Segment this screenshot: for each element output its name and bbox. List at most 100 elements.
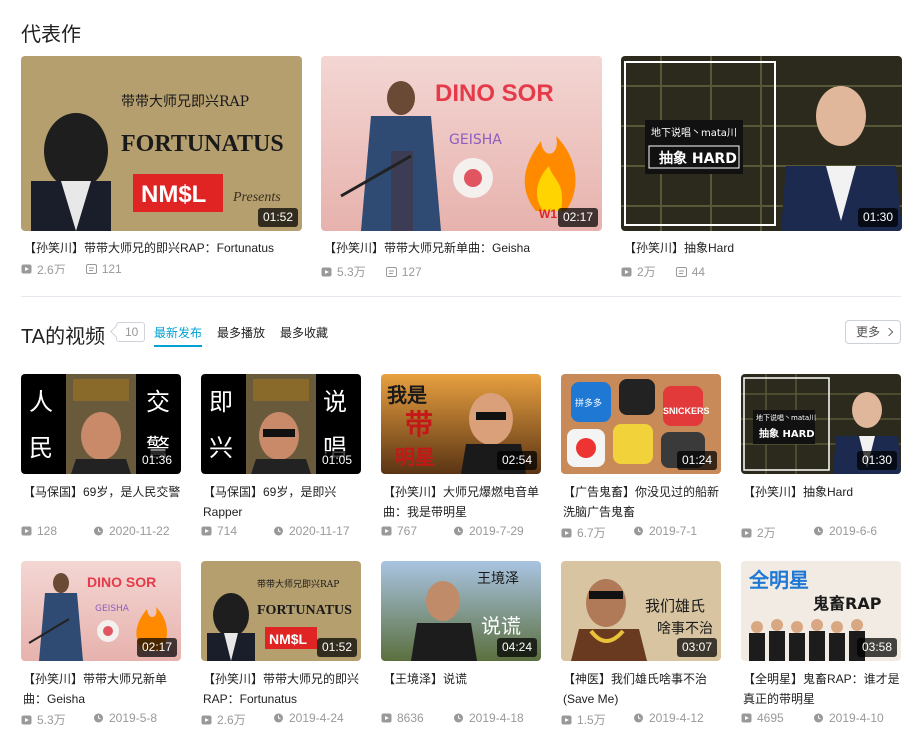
video-title[interactable]: 【孙笑川】大师兄爆燃电音单曲：我是带明星	[383, 482, 543, 522]
more-button[interactable]: 更多	[845, 320, 901, 344]
play-count: 4695	[757, 711, 784, 725]
play-count-icon	[201, 715, 212, 724]
video-card[interactable]: 我是 带 明星 02:54 【孙笑川】大师兄爆燃电音单曲：我是带明星 767 2…	[381, 374, 541, 538]
video-title[interactable]: 【孙笑川】抽象Hard	[743, 482, 903, 502]
video-title[interactable]: 【孙笑川】带带大师兄的即兴RAP：Fortunatus	[24, 239, 305, 256]
play-count: 5.3万	[37, 713, 66, 727]
upload-date: 2019-4-12	[649, 711, 704, 725]
video-title[interactable]: 【孙笑川】抽象Hard	[624, 239, 905, 256]
video-thumbnail[interactable]: DINO SOR GEISHA 02:17	[21, 561, 181, 661]
play-count-icon	[21, 526, 32, 536]
play-count-icon	[321, 267, 332, 276]
video-card[interactable]: 我们雄氏 啥事不治 03:07 【神医】我们雄氏啥事不治(Save Me) 1.…	[561, 561, 721, 727]
video-title[interactable]: 【孙笑川】带带大师兄的即兴RAP：Fortunatus	[203, 669, 363, 709]
play-count-icon	[561, 715, 572, 724]
video-thumbnail[interactable]: 我是 带 明星 02:54	[381, 374, 541, 474]
thumb-text: 拼多多	[575, 397, 602, 409]
video-title[interactable]: 【马保国】69岁，是人民交警	[23, 482, 183, 502]
active-tab-indicator	[154, 345, 202, 347]
chevron-right-icon	[884, 327, 894, 337]
play-count-icon	[21, 715, 32, 724]
play-count: 8636	[397, 711, 424, 725]
video-thumbnail[interactable]: 地下说唱丶mata川 抽象 HARD 01:30	[741, 374, 901, 474]
thumb-text: 兴	[209, 434, 233, 462]
video-card[interactable]: 全明星 鬼畜RAP 03:58 【全明星】鬼畜RAP：谁才是真正的带明星 469…	[741, 561, 901, 725]
video-thumbnail[interactable]: 即 兴 说 唱 01:05	[201, 374, 361, 474]
video-card[interactable]: 拼多多 SNICKERS 01:24 【广告鬼畜】你没见过的船新洗脑广告鬼畜 6…	[561, 374, 721, 540]
danmaku-count: 121	[101, 264, 122, 274]
clock-icon	[274, 526, 283, 536]
clock-icon	[814, 713, 823, 723]
thumb-text: 说	[323, 388, 347, 416]
video-title[interactable]: 【全明星】鬼畜RAP：谁才是真正的带明星	[743, 669, 903, 709]
video-card[interactable]: 王境泽 说谎 04:24 【王境泽】说谎 8636 2019-4-18	[381, 561, 541, 725]
video-duration: 03:07	[676, 638, 717, 657]
video-duration: 04:24	[496, 638, 537, 657]
thumb-text: FORTUNATUS	[257, 603, 352, 618]
clock-icon	[454, 526, 463, 536]
video-thumbnail[interactable]: 全明星 鬼畜RAP 03:58	[741, 561, 901, 661]
play-count: 2.6万	[37, 264, 66, 274]
thumb-text: DINO SOR	[87, 574, 156, 590]
thumb-text: 我是	[387, 383, 427, 407]
representative-section-title: 代表作	[21, 24, 81, 46]
video-stats: 5.3万 127	[321, 263, 442, 280]
play-count: 128	[37, 524, 58, 538]
section-divider	[21, 296, 901, 297]
tab-most-favorited[interactable]: 最多收藏	[280, 324, 328, 341]
video-thumbnail[interactable]: 带带大师兄即兴RAP FORTUNATUS NM$L 01:52	[201, 561, 361, 661]
video-duration: 01:36	[136, 451, 177, 470]
video-thumbnail[interactable]: 带带大师兄即兴RAP FORTUNATUS NM$L Presents 01:5…	[21, 56, 302, 231]
video-card[interactable]: 即 兴 说 唱 01:05 【马保国】69岁，是即兴Rapper 714 202…	[201, 374, 361, 538]
video-title[interactable]: 【孙笑川】带带大师兄新单曲：Geisha	[324, 239, 605, 256]
thumb-text: GEISHA	[95, 604, 130, 614]
thumb-text: 地下说唱丶mata川	[756, 413, 816, 422]
video-thumbnail[interactable]: 王境泽 说谎 04:24	[381, 561, 541, 661]
video-card[interactable]: 人 民 交 警 01:36 【马保国】69岁，是人民交警 128 2020-11…	[21, 374, 181, 538]
video-count-badge: 10	[116, 322, 146, 342]
thumb-text: 交	[146, 388, 170, 416]
video-thumbnail[interactable]: 地下说唱丶mata川 抽象 HARD 01:30	[621, 56, 902, 231]
upload-date: 2019-5-8	[109, 711, 158, 725]
rep-video-card[interactable]: 带带大师兄即兴RAP FORTUNATUS NM$L Presents 01:5…	[21, 56, 302, 274]
thumb-text: 鬼畜RAP	[813, 594, 882, 613]
thumb-text: NM$L	[141, 181, 206, 208]
rep-video-card[interactable]: 地下说唱丶mata川 抽象 HARD 01:30 【孙笑川】抽象Hard 2万 …	[621, 56, 902, 279]
videos-section-title: TA的视频	[21, 326, 106, 348]
video-duration: 01:24	[676, 451, 717, 470]
play-count-icon	[201, 526, 212, 536]
video-title[interactable]: 【广告鬼畜】你没见过的船新洗脑广告鬼畜	[563, 482, 723, 522]
upload-date: 2020-11-17	[289, 524, 350, 538]
video-thumbnail[interactable]: 人 民 交 警 01:36	[21, 374, 181, 474]
video-thumbnail[interactable]: 拼多多 SNICKERS 01:24	[561, 374, 721, 474]
video-duration: 02:54	[496, 451, 537, 470]
video-thumbnail[interactable]: 我们雄氏 啥事不治 03:07	[561, 561, 721, 661]
video-title[interactable]: 【神医】我们雄氏啥事不治(Save Me)	[563, 669, 723, 709]
play-count: 2.6万	[217, 713, 246, 727]
thumb-text: 即	[209, 388, 233, 416]
thumb-text: 王境泽	[477, 571, 519, 587]
tab-most-played[interactable]: 最多播放	[217, 324, 265, 341]
play-count-icon	[21, 264, 32, 274]
clock-icon	[454, 713, 463, 723]
video-stats: 2万 44	[621, 263, 725, 280]
video-title[interactable]: 【王境泽】说谎	[383, 669, 543, 689]
thumb-text: 民	[29, 434, 53, 462]
video-card[interactable]: 地下说唱丶mata川 抽象 HARD 01:30 【孙笑川】抽象Hard 2万 …	[741, 374, 901, 540]
upload-date: 2019-7-29	[469, 524, 524, 538]
video-title[interactable]: 【马保国】69岁，是即兴Rapper	[203, 482, 363, 522]
video-card[interactable]: 带带大师兄即兴RAP FORTUNATUS NM$L 01:52 【孙笑川】带带…	[201, 561, 361, 727]
play-count: 5.3万	[337, 265, 366, 279]
thumb-text: 抽象 HARD	[759, 427, 815, 440]
thumb-text: NM$L	[269, 631, 308, 647]
play-count-icon	[561, 528, 572, 537]
thumb-text: Presents	[232, 190, 281, 205]
play-count: 714	[217, 524, 238, 538]
video-title[interactable]: 【孙笑川】带带大师兄新单曲：Geisha	[23, 669, 183, 709]
tab-latest[interactable]: 最新发布	[154, 324, 202, 341]
danmaku-count: 44	[691, 264, 706, 279]
thumb-text: W1	[539, 207, 557, 221]
video-card[interactable]: DINO SOR GEISHA 02:17 【孙笑川】带带大师兄新单曲：Geis…	[21, 561, 181, 727]
rep-video-card[interactable]: DINO SOR GEISHA W1 02:17 【孙笑川】带带大师兄新单曲：G…	[321, 56, 602, 279]
video-thumbnail[interactable]: DINO SOR GEISHA W1 02:17	[321, 56, 602, 231]
